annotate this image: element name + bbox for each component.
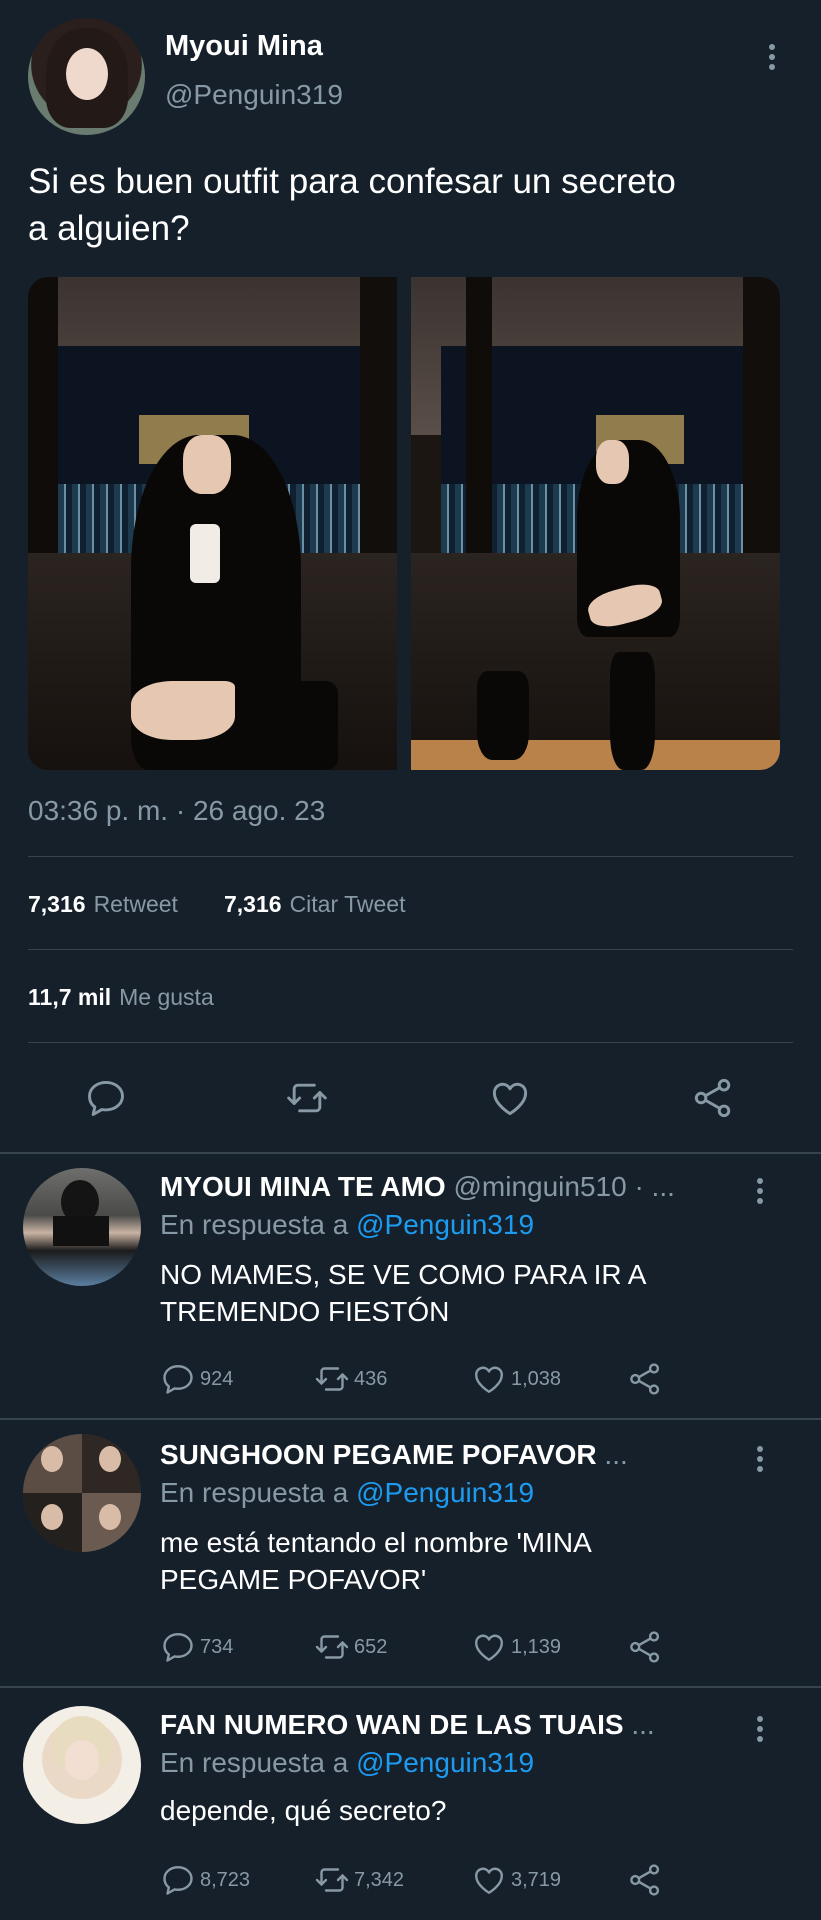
reply-author-handle[interactable]: ...	[604, 1439, 627, 1470]
share-icon	[630, 1363, 660, 1395]
like-icon	[475, 1634, 503, 1661]
divider	[28, 949, 793, 950]
retweet-icon[interactable]	[285, 1076, 329, 1120]
retweet-count-button[interactable]: 7,342	[314, 1860, 404, 1900]
author-handle[interactable]: @Penguin319	[165, 79, 343, 111]
reply-text-line: TREMENDO FIESTÓN	[160, 1296, 450, 1327]
mention-link[interactable]: @Penguin319	[356, 1747, 534, 1778]
reply-header: SUNGHOON PEGAME POFAVOR ...	[160, 1438, 750, 1472]
tweet-text-line: Si es buen outfit para confesar un secre…	[28, 162, 676, 201]
like-count-button[interactable]: 1,038	[471, 1359, 561, 1399]
like-icon	[475, 1867, 503, 1894]
reply-icon[interactable]	[84, 1076, 128, 1120]
share-button[interactable]	[627, 1627, 663, 1667]
avatar[interactable]	[23, 1706, 141, 1824]
reply-text: me está tentando el nombre 'MINA PEGAME …	[160, 1524, 780, 1598]
reply-count-button[interactable]: 734	[160, 1627, 233, 1667]
reply-author-name[interactable]: FAN NUMERO WAN DE LAS TUAIS	[160, 1709, 624, 1740]
reply-icon	[163, 1866, 193, 1895]
retweet-count: 436	[354, 1367, 388, 1390]
reply-text: depende, qué secreto?	[160, 1792, 780, 1829]
main-tweet: Myoui Mina @Penguin319 Si es buen outfit…	[0, 0, 821, 1155]
share-icon[interactable]	[691, 1076, 735, 1120]
divider	[28, 856, 793, 857]
retweet-count: 7,342	[354, 1868, 405, 1891]
reply-text-line: depende, qué secreto?	[160, 1795, 447, 1826]
mention-link[interactable]: @Penguin319	[356, 1209, 534, 1240]
likes-label: Me gusta	[119, 984, 214, 1010]
reply-prefix: En respuesta a	[160, 1477, 349, 1508]
share-icon	[630, 1864, 660, 1896]
reply-author-handle[interactable]: @minguin510 · ...	[453, 1171, 674, 1202]
like-icon[interactable]	[488, 1076, 532, 1120]
reply-text-line: me está tentando el nombre 'MINA	[160, 1527, 592, 1558]
reply-header: FAN NUMERO WAN DE LAS TUAIS ...	[160, 1708, 750, 1742]
retweet-icon	[315, 1868, 349, 1892]
reply-icon	[163, 1633, 193, 1662]
reply-prefix: En respuesta a	[160, 1747, 349, 1778]
more-options-icon[interactable]	[750, 1442, 770, 1476]
reply-context: En respuesta a @Penguin319	[160, 1746, 534, 1780]
share-button[interactable]	[627, 1860, 663, 1900]
reply-item[interactable]: MYOUI MINA TE AMO @minguin510 · ... En r…	[0, 1154, 821, 1418]
like-count: 1,139	[511, 1635, 562, 1658]
reply-prefix: En respuesta a	[160, 1209, 349, 1240]
reply-author-name[interactable]: MYOUI MINA TE AMO	[160, 1171, 446, 1202]
retweet-icon	[315, 1367, 349, 1391]
tweet-text: Si es buen outfit para confesar un secre…	[28, 158, 798, 252]
reply-context: En respuesta a @Penguin319	[160, 1476, 534, 1510]
mention-link[interactable]: @Penguin319	[356, 1477, 534, 1508]
tweet-photo-2[interactable]	[411, 277, 780, 770]
like-icon	[475, 1366, 503, 1393]
tweet-detail-page: Myoui Mina @Penguin319 Si es buen outfit…	[0, 0, 821, 1920]
reply-header: MYOUI MINA TE AMO @minguin510 · ...	[160, 1170, 750, 1204]
more-options-icon[interactable]	[750, 1712, 770, 1746]
like-count: 1,038	[511, 1367, 562, 1390]
like-count-button[interactable]: 1,139	[471, 1627, 561, 1667]
avatar[interactable]	[23, 1434, 141, 1552]
more-options-icon[interactable]	[762, 40, 782, 74]
quote-label: Citar Tweet	[289, 891, 406, 917]
author-avatar[interactable]	[28, 18, 145, 135]
retweet-count-button[interactable]: 436	[314, 1359, 387, 1399]
share-icon	[630, 1631, 660, 1663]
retweet-label: Retweet	[93, 891, 178, 917]
retweet-icon	[315, 1635, 349, 1659]
divider	[28, 1042, 793, 1043]
reply-item[interactable]: SUNGHOON PEGAME POFAVOR ... En respuesta…	[0, 1420, 821, 1686]
share-button[interactable]	[627, 1359, 663, 1399]
reply-author-handle[interactable]: ...	[631, 1709, 654, 1740]
reply-context: En respuesta a @Penguin319	[160, 1208, 534, 1242]
retweet-stat[interactable]: 7,316 Retweet	[28, 891, 178, 918]
like-count: 3,719	[511, 1868, 562, 1891]
reply-count-button[interactable]: 8,723	[160, 1860, 250, 1900]
reply-text-line: PEGAME POFAVOR'	[160, 1564, 427, 1595]
quote-count: 7,316	[224, 891, 282, 917]
reply-count: 924	[200, 1367, 234, 1390]
reply-count: 734	[200, 1635, 234, 1658]
more-options-icon[interactable]	[750, 1174, 770, 1208]
likes-stat[interactable]: 11,7 mil Me gusta	[28, 984, 214, 1011]
reply-text-line: NO MAMES, SE VE COMO PARA IR A	[160, 1259, 647, 1290]
tweet-timestamp[interactable]: 03:36 p. m. · 26 ago. 23	[28, 795, 325, 827]
reply-count-button[interactable]: 924	[160, 1359, 233, 1399]
avatar[interactable]	[23, 1168, 141, 1286]
quote-stat[interactable]: 7,316 Citar Tweet	[224, 891, 405, 918]
reply-item[interactable]: FAN NUMERO WAN DE LAS TUAIS ... En respu…	[0, 1688, 821, 1920]
reply-count: 8,723	[200, 1868, 251, 1891]
likes-count: 11,7 mil	[28, 984, 112, 1010]
reply-icon	[163, 1365, 193, 1394]
retweet-count: 652	[354, 1635, 388, 1658]
like-count-button[interactable]: 3,719	[471, 1860, 561, 1900]
retweet-count: 7,316	[28, 891, 86, 917]
tweet-photo-1[interactable]	[28, 277, 397, 770]
tweet-photos	[28, 277, 780, 770]
reply-author-name[interactable]: SUNGHOON PEGAME POFAVOR	[160, 1439, 597, 1470]
tweet-text-line: a alguien?	[28, 209, 190, 248]
retweet-count-button[interactable]: 652	[314, 1627, 387, 1667]
author-name[interactable]: Myoui Mina	[165, 30, 323, 63]
reply-text: NO MAMES, SE VE COMO PARA IR A TREMENDO …	[160, 1256, 780, 1330]
